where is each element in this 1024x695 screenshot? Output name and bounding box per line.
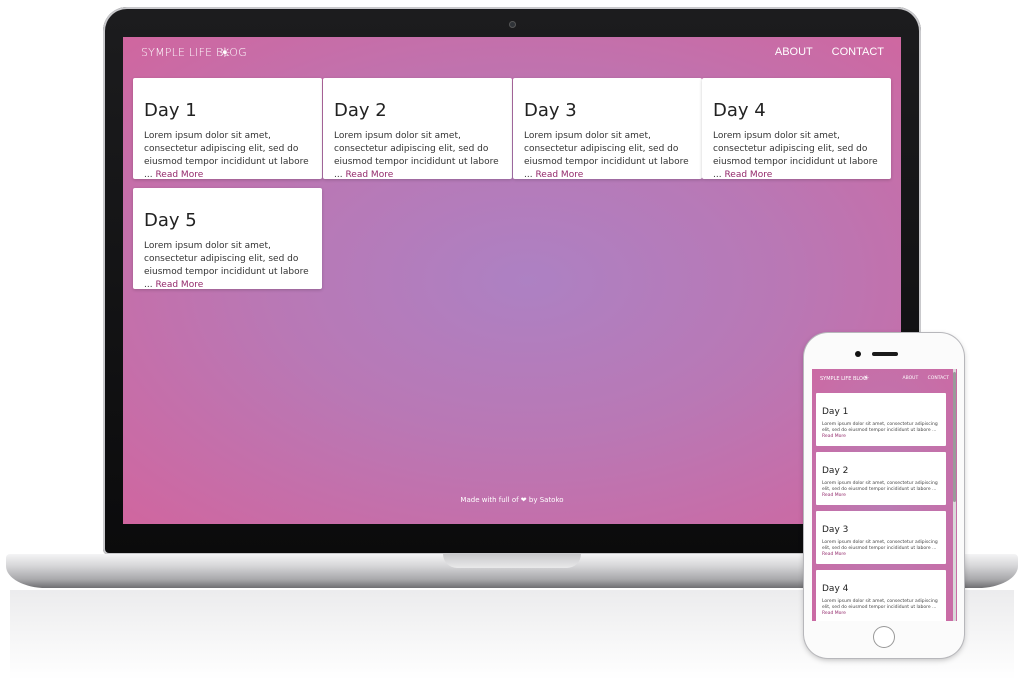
post-card: Day 4 Lorem ipsum dolor sit amet, consec… xyxy=(702,78,891,182)
post-title[interactable]: Day 1 xyxy=(144,100,311,121)
page-footer: Made with full of ❤ by Satoko xyxy=(123,496,901,504)
webcam-icon xyxy=(509,21,516,28)
mobile-screen: Symple Life Blog ☀ About Contact Day 1 L… xyxy=(812,369,957,621)
mobile-post-card: Day 1 Lorem ipsum dolor sit amet, consec… xyxy=(816,393,946,446)
mobile-post-card: Day 4 Lorem ipsum dolor sit amet, consec… xyxy=(816,570,946,621)
mobile-read-more-link[interactable]: Read More xyxy=(822,552,940,558)
post-card: Day 3 Lorem ipsum dolor sit amet, consec… xyxy=(513,78,702,182)
mobile-nav-about-link[interactable]: About xyxy=(903,376,919,381)
mobile-post-card: Day 3 Lorem ipsum dolor sit amet, consec… xyxy=(816,511,946,564)
read-more-link[interactable]: Read More xyxy=(345,170,393,180)
mobile-brand-logo[interactable]: Symple Life Blog xyxy=(820,376,867,382)
mobile-scrollbar-thumb[interactable] xyxy=(953,372,956,502)
post-title[interactable]: Day 3 xyxy=(524,100,691,121)
phone-camera-icon xyxy=(855,351,861,357)
read-more-link[interactable]: Read More xyxy=(155,280,203,290)
mobile-navbar: Symple Life Blog ☀ About Contact xyxy=(812,369,957,389)
laptop-notch xyxy=(443,554,581,568)
mobile-post-title[interactable]: Day 1 xyxy=(822,407,940,417)
sun-heart-icon: ☀ xyxy=(219,45,231,60)
mobile-post-excerpt: Lorem ipsum dolor sit amet, consectetur … xyxy=(822,540,938,551)
desktop-navbar: Symple Life Blog ☀ About Contact xyxy=(123,37,901,71)
post-card: Day 5 Lorem ipsum dolor sit amet, consec… xyxy=(133,188,322,292)
phone-home-button[interactable] xyxy=(873,626,895,648)
post-excerpt: Lorem ipsum dolor sit amet, consectetur … xyxy=(524,130,691,182)
read-more-link[interactable]: Read More xyxy=(535,170,583,180)
post-card: Day 1 Lorem ipsum dolor sit amet, consec… xyxy=(133,78,322,182)
mobile-read-more-link[interactable]: Read More xyxy=(822,611,940,617)
footer-prefix: Made with full of xyxy=(460,496,521,504)
read-more-link[interactable]: Read More xyxy=(155,170,203,180)
mobile-post-excerpt: Lorem ipsum dolor sit amet, consectetur … xyxy=(822,599,938,610)
post-title[interactable]: Day 2 xyxy=(334,100,501,121)
nav-about-link[interactable]: About xyxy=(775,46,813,58)
desktop-screen: Symple Life Blog ☀ About Contact Day 1 L… xyxy=(123,37,901,524)
mobile-post-excerpt: Lorem ipsum dolor sit amet, consectetur … xyxy=(822,481,938,492)
read-more-link[interactable]: Read More xyxy=(724,170,772,180)
footer-suffix: by Satoko xyxy=(526,496,564,504)
post-title[interactable]: Day 5 xyxy=(144,210,311,231)
brand-logo[interactable]: Symple Life Blog xyxy=(141,46,247,59)
sun-heart-icon: ☀ xyxy=(863,375,870,382)
mobile-post-card: Day 2 Lorem ipsum dolor sit amet, consec… xyxy=(816,452,946,505)
post-title[interactable]: Day 4 xyxy=(713,100,880,121)
mobile-post-excerpt: Lorem ipsum dolor sit amet, consectetur … xyxy=(822,422,938,433)
mobile-nav-links: About Contact xyxy=(895,376,949,381)
post-excerpt: Lorem ipsum dolor sit amet, consectetur … xyxy=(144,240,311,292)
post-excerpt: Lorem ipsum dolor sit amet, consectetur … xyxy=(144,130,311,182)
post-excerpt: Lorem ipsum dolor sit amet, consectetur … xyxy=(334,130,501,182)
nav-contact-link[interactable]: Contact xyxy=(832,46,884,58)
mobile-post-title[interactable]: Day 4 xyxy=(822,584,940,594)
post-excerpt: Lorem ipsum dolor sit amet, consectetur … xyxy=(713,130,880,182)
mobile-read-more-link[interactable]: Read More xyxy=(822,493,940,499)
mobile-read-more-link[interactable]: Read More xyxy=(822,434,940,440)
mobile-nav-contact-link[interactable]: Contact xyxy=(928,376,949,381)
mobile-post-title[interactable]: Day 2 xyxy=(822,466,940,476)
nav-links: About Contact xyxy=(759,46,884,58)
phone-speaker xyxy=(872,352,898,356)
post-card: Day 2 Lorem ipsum dolor sit amet, consec… xyxy=(323,78,512,182)
mobile-post-title[interactable]: Day 3 xyxy=(822,525,940,535)
